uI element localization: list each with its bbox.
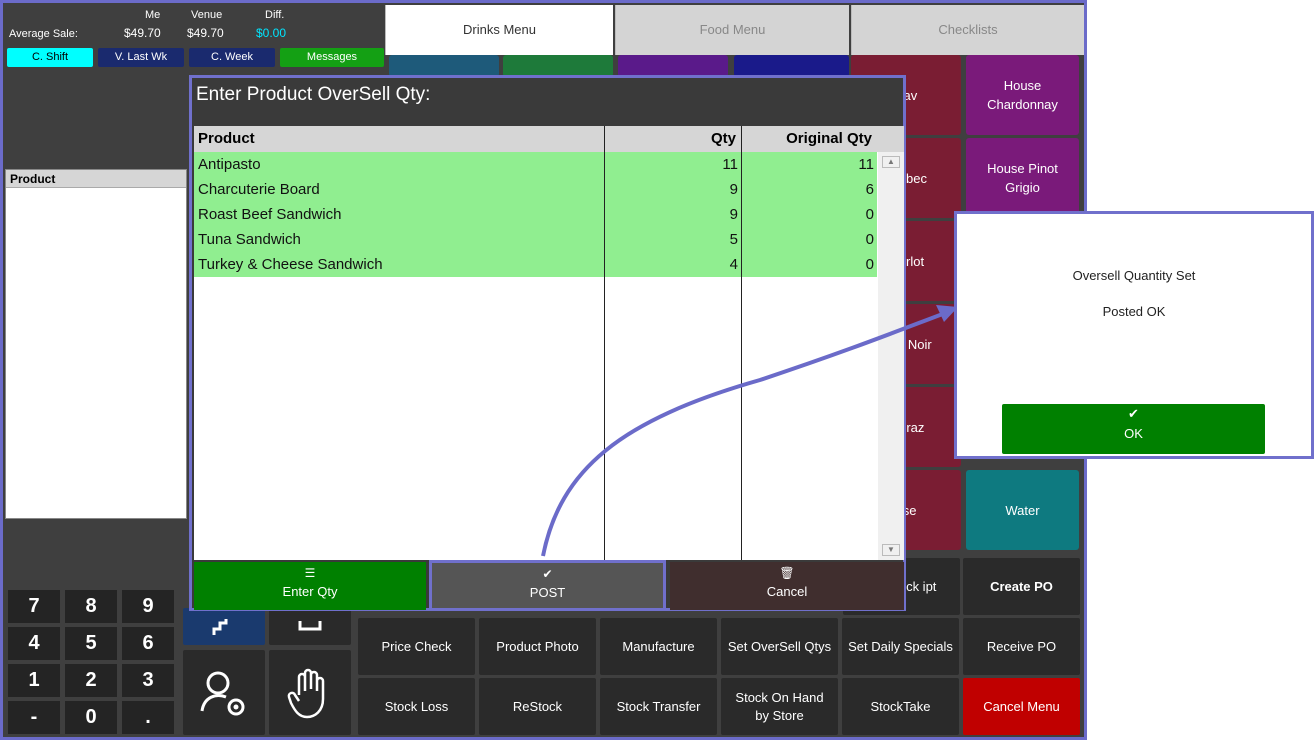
checkmark-icon: ✔ bbox=[1128, 406, 1139, 421]
popup-message-status: Posted OK bbox=[1102, 304, 1166, 319]
ok-label: OK bbox=[1124, 426, 1143, 441]
popup-message-title: Oversell Quantity Set bbox=[1072, 268, 1196, 283]
oversell-confirmation-popup: Oversell Quantity Set Posted OK ✔ OK bbox=[954, 211, 1314, 459]
ok-button[interactable]: ✔ OK bbox=[1002, 404, 1265, 454]
